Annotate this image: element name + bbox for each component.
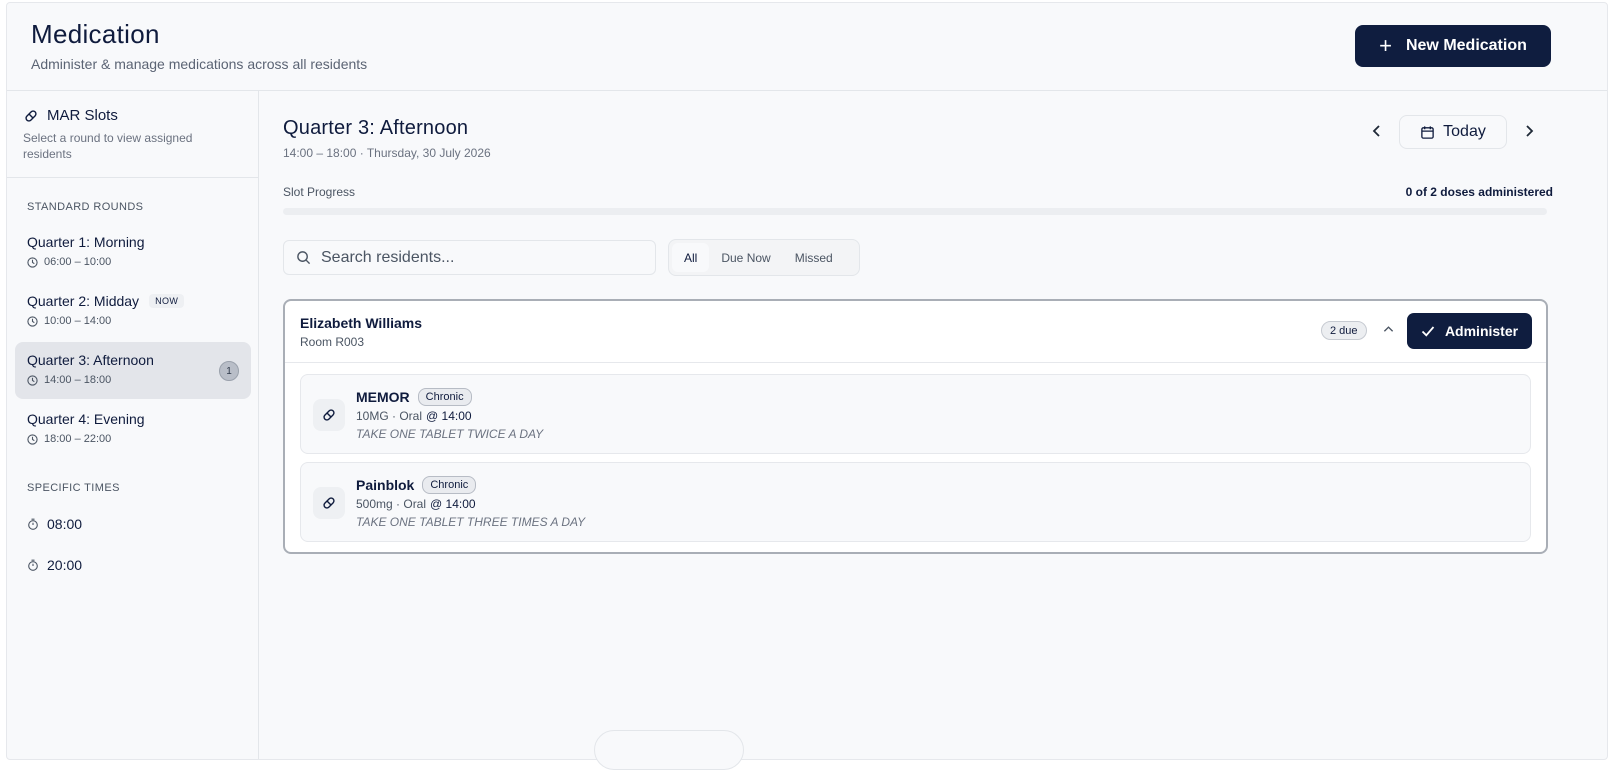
specific-times-label: SPECIFIC TIMES (27, 482, 120, 494)
app-frame: Medication Administer & manage medicatio… (6, 2, 1608, 760)
administer-button[interactable]: Administer (1407, 313, 1532, 349)
standard-rounds-label: STANDARD ROUNDS (27, 201, 144, 213)
round-time: 06:00 – 10:00 (27, 256, 239, 268)
chevron-left-icon (1372, 125, 1380, 137)
due-count-badge: 2 due (1321, 321, 1367, 340)
administer-label: Administer (1444, 323, 1519, 339)
medication-name: MEMOR Chronic (356, 388, 472, 406)
medication-dose: 10MG · Oral @ 14:00 (356, 409, 472, 423)
timer-icon (28, 518, 38, 530)
status-filter-group: All Due Now Missed (668, 239, 860, 276)
round-time: 10:00 – 14:00 (27, 315, 239, 327)
collapse-button[interactable] (1378, 319, 1398, 339)
next-day-button[interactable] (1517, 119, 1541, 143)
timer-icon (28, 559, 38, 571)
page-title: Medication (31, 19, 160, 49)
now-badge: NOW (149, 294, 185, 308)
pill-icon (323, 497, 335, 509)
plus-icon: + (1379, 33, 1392, 58)
dose-time: @ 14:00 (430, 497, 476, 511)
medication-name: Painblok Chronic (356, 476, 477, 494)
today-button[interactable]: Today (1399, 115, 1507, 149)
page-subtitle: Administer & manage medications across a… (31, 56, 368, 72)
medication-item[interactable]: MEMOR Chronic 10MG · Oral @ 14:00 TAKE ON… (300, 374, 1531, 454)
round-quarter-3[interactable]: Quarter 3: Afternoon 14:00 – 18:00 1 (15, 342, 251, 399)
resident-name: Elizabeth Williams (300, 315, 423, 331)
clock-icon (27, 315, 38, 327)
today-label: Today (1443, 123, 1486, 140)
slot-title: Quarter 3: Afternoon (283, 117, 469, 139)
resident-count-badge: 1 (219, 361, 239, 381)
pill-icon (25, 109, 37, 122)
resident-card-header[interactable]: Elizabeth Williams Room R003 2 due Admin… (285, 301, 1546, 363)
new-medication-button[interactable]: + New Medication (1355, 25, 1551, 67)
search-input[interactable] (321, 248, 641, 267)
check-icon (1421, 326, 1435, 337)
pill-icon (323, 409, 335, 421)
round-time: 14:00 – 18:00 (27, 374, 239, 386)
page-header: Medication Administer & manage medicatio… (7, 3, 1607, 91)
slot-progress-value: 0 of 2 doses administered (1405, 185, 1553, 199)
sidebar-title-text: MAR Slots (47, 107, 118, 124)
chronic-tag: Chronic (422, 476, 477, 494)
specific-time-2000[interactable]: 20:00 (27, 557, 82, 573)
round-time: 18:00 – 22:00 (27, 433, 239, 445)
chevron-right-icon (1526, 125, 1534, 137)
new-medication-label: New Medication (1405, 37, 1527, 54)
slot-progress-label: Slot Progress (283, 185, 356, 199)
resident-room: Room R003 (300, 335, 365, 349)
medication-item[interactable]: Painblok Chronic 500mg · Oral @ 14:00 TAK… (300, 462, 1531, 542)
round-name: Quarter 2: Midday NOW (27, 293, 239, 309)
filter-all[interactable]: All (672, 243, 710, 272)
clock-icon (27, 374, 38, 386)
medication-instructions: TAKE ONE TABLET TWICE A DAY (356, 427, 544, 441)
clock-icon (27, 256, 38, 268)
filter-due-now[interactable]: Due Now (709, 243, 782, 272)
calendar-icon (1421, 125, 1434, 139)
resident-card: Elizabeth Williams Room R003 2 due Admin… (283, 299, 1548, 554)
round-quarter-2[interactable]: Quarter 2: Midday NOW 10:00 – 14:00 (15, 283, 251, 340)
clock-icon (27, 433, 38, 445)
search-icon (297, 251, 311, 265)
mar-slots-sidebar: MAR Slots Select a round to view assigne… (7, 91, 259, 759)
medication-icon-box (313, 487, 345, 519)
floating-bottom-tab[interactable] (594, 730, 744, 770)
round-quarter-4[interactable]: Quarter 4: Evening 18:00 – 22:00 (15, 401, 251, 458)
sidebar-description: Select a round to view assigned resident… (23, 131, 193, 161)
round-quarter-1[interactable]: Quarter 1: Morning 06:00 – 10:00 (15, 224, 251, 281)
main-panel: Quarter 3: Afternoon 14:00 – 18:00 · Thu… (260, 91, 1607, 759)
search-box (283, 240, 656, 275)
medication-dose: 500mg · Oral @ 14:00 (356, 497, 476, 511)
slot-progress-bar (283, 208, 1547, 215)
round-name: Quarter 1: Morning (27, 234, 145, 250)
sidebar-title: MAR Slots (23, 107, 118, 124)
dose-time: @ 14:00 (426, 409, 472, 423)
sidebar-header: MAR Slots Select a round to view assigne… (7, 91, 258, 178)
round-name: Quarter 3: Afternoon (27, 352, 154, 368)
previous-day-button[interactable] (1365, 119, 1389, 143)
medication-icon-box (313, 399, 345, 431)
medication-instructions: TAKE ONE TABLET THREE TIMES A DAY (356, 515, 586, 529)
round-name: Quarter 4: Evening (27, 411, 145, 427)
slot-subtitle: 14:00 – 18:00 · Thursday, 30 July 2026 (283, 146, 491, 160)
chevron-up-icon (1383, 326, 1393, 332)
chronic-tag: Chronic (417, 388, 472, 406)
filter-missed[interactable]: Missed (783, 243, 845, 272)
specific-time-0800[interactable]: 08:00 (27, 516, 82, 532)
